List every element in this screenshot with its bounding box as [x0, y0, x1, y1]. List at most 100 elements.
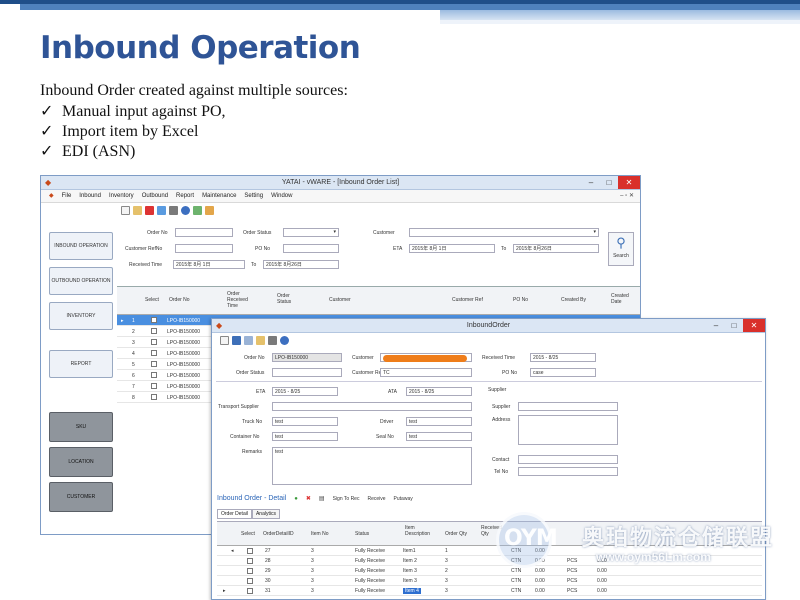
column-header[interactable]: Customer	[329, 297, 351, 303]
row-checkbox[interactable]	[151, 372, 157, 378]
sidebar-inventory[interactable]: INVENTORY	[49, 302, 113, 330]
save-icon[interactable]	[232, 335, 241, 345]
minimize-button[interactable]: –	[707, 319, 725, 332]
column-header[interactable]: Customer Ref	[452, 297, 483, 303]
print-icon[interactable]	[268, 335, 277, 345]
column-header[interactable]: Created Date	[611, 293, 635, 305]
container-no-input[interactable]: test	[272, 432, 338, 441]
menu-report[interactable]: Report	[176, 190, 194, 202]
sidebar-inbound-operation[interactable]: INBOUND OPERATION	[49, 232, 113, 260]
customer-refno-input[interactable]: TC	[380, 368, 472, 377]
column-header[interactable]: Select	[145, 297, 159, 303]
po-no-input[interactable]: case	[530, 368, 596, 377]
maximize-button[interactable]: □	[600, 176, 618, 189]
row-checkbox[interactable]	[247, 587, 253, 594]
truck-no-input[interactable]: test	[272, 417, 338, 426]
settings-icon[interactable]	[181, 205, 190, 215]
eta-from-picker[interactable]: 2015年 8月 1日	[409, 244, 495, 253]
refresh-icon[interactable]	[157, 205, 166, 215]
search-button[interactable]: ⚲ Search	[608, 232, 634, 266]
sidebar-location[interactable]: LOCATION	[49, 447, 113, 477]
menu-inventory[interactable]: Inventory	[109, 190, 134, 202]
row-checkbox[interactable]	[247, 557, 253, 564]
column-header[interactable]: Item No	[311, 531, 329, 537]
row-checkbox[interactable]	[151, 350, 157, 356]
edit-icon[interactable]	[256, 335, 265, 345]
column-header[interactable]: PO No	[513, 297, 528, 303]
receive-button[interactable]: Receive	[367, 496, 385, 502]
sidebar-outbound-operation[interactable]: OUTBOUND OPERATION	[49, 267, 113, 295]
menu-inbound[interactable]: Inbound	[79, 190, 101, 202]
close-button[interactable]: ✕	[618, 176, 640, 189]
eta-to-picker[interactable]: 2015年 8月26日	[513, 244, 599, 253]
column-header[interactable]: Status	[355, 531, 369, 537]
table-row[interactable]: ▸ 31 3 Fully Receive Item 4 3 CTN 0.00 P…	[217, 586, 762, 596]
menu-setting[interactable]: Setting	[244, 190, 263, 202]
column-header[interactable]: OrderDetailID	[263, 531, 294, 537]
address-textarea[interactable]	[518, 415, 618, 445]
row-checkbox[interactable]	[151, 339, 157, 345]
add-icon[interactable]: ●	[294, 496, 298, 502]
row-checkbox[interactable]	[151, 383, 157, 389]
column-header[interactable]: Item Description	[405, 525, 431, 537]
order-status-select[interactable]: ▾	[283, 228, 339, 237]
edit-icon[interactable]	[133, 205, 142, 215]
minimize-button[interactable]: –	[582, 176, 600, 189]
new-icon[interactable]	[220, 335, 229, 345]
column-header[interactable]: Order Qty	[445, 531, 467, 537]
row-checkbox[interactable]	[151, 394, 157, 400]
column-header[interactable]: Order Received Time	[227, 291, 257, 309]
menu-maintenance[interactable]: Maintenance	[202, 190, 236, 202]
contact-input[interactable]	[518, 455, 618, 464]
eta-picker[interactable]: 2015 - 8/25	[272, 387, 338, 396]
column-header[interactable]: Order No	[169, 297, 190, 303]
table-row[interactable]: 30 3 Fully Receive Item 3 3 CTN 0.00 PCS…	[217, 576, 762, 586]
copy-icon[interactable]	[244, 335, 253, 345]
new-icon[interactable]	[121, 205, 130, 215]
tab-order-detail[interactable]: Order Detail	[217, 509, 252, 519]
sidebar-sku[interactable]: SKU	[49, 412, 113, 442]
delete-icon[interactable]	[145, 205, 154, 215]
close-button[interactable]: ✕	[743, 319, 765, 332]
sidebar-report[interactable]: REPORT	[49, 350, 113, 378]
customer-select[interactable]: ▾	[409, 228, 599, 237]
order-status-field[interactable]	[272, 368, 342, 377]
row-checkbox[interactable]	[247, 567, 253, 574]
driver-input[interactable]: test	[406, 417, 472, 426]
sidebar-customer[interactable]: CUSTOMER	[49, 482, 113, 512]
tab-analytics[interactable]: Analytics	[251, 509, 280, 519]
settings-icon[interactable]	[280, 335, 289, 345]
print-icon[interactable]	[169, 205, 178, 215]
export-icon[interactable]	[205, 205, 214, 215]
putaway-button[interactable]: Putaway	[394, 496, 413, 502]
supplier-select[interactable]	[518, 402, 618, 411]
row-checkbox[interactable]	[151, 328, 157, 334]
sign-to-rec-button[interactable]: Sign To Rec	[333, 496, 360, 502]
column-header[interactable]: Created By	[561, 297, 586, 303]
list-icon[interactable]: ▤	[319, 495, 325, 502]
customer-refno-input[interactable]	[175, 244, 233, 253]
tel-input[interactable]	[518, 467, 618, 476]
customer-select[interactable]	[380, 353, 472, 362]
delete-icon[interactable]: ✖	[306, 495, 311, 502]
menu-window[interactable]: Window	[271, 190, 292, 202]
column-header[interactable]: Order Status	[277, 293, 305, 305]
ata-picker[interactable]: 2015 - 8/25	[406, 387, 472, 396]
menu-file[interactable]: File	[62, 190, 72, 202]
remarks-textarea[interactable]: test	[272, 447, 472, 485]
received-to-picker[interactable]: 2015年 8月26日	[263, 260, 339, 269]
row-checkbox[interactable]	[247, 577, 253, 584]
import-icon[interactable]	[193, 205, 202, 215]
maximize-button[interactable]: □	[725, 319, 743, 332]
row-checkbox[interactable]	[151, 317, 157, 323]
order-no-input[interactable]	[175, 228, 233, 237]
received-from-picker[interactable]: 2015年 8月 1日	[173, 260, 245, 269]
received-time-picker[interactable]: 2015 - 8/25	[530, 353, 596, 362]
column-header[interactable]: Select	[241, 531, 255, 537]
seal-no-input[interactable]: test	[406, 432, 472, 441]
menu-outbound[interactable]: Outbound	[142, 190, 168, 202]
po-no-input[interactable]	[283, 244, 339, 253]
row-checkbox[interactable]	[247, 547, 253, 554]
mdi-controls[interactable]: – ▫ ✕	[620, 190, 634, 203]
transport-supplier-select[interactable]	[272, 402, 472, 411]
